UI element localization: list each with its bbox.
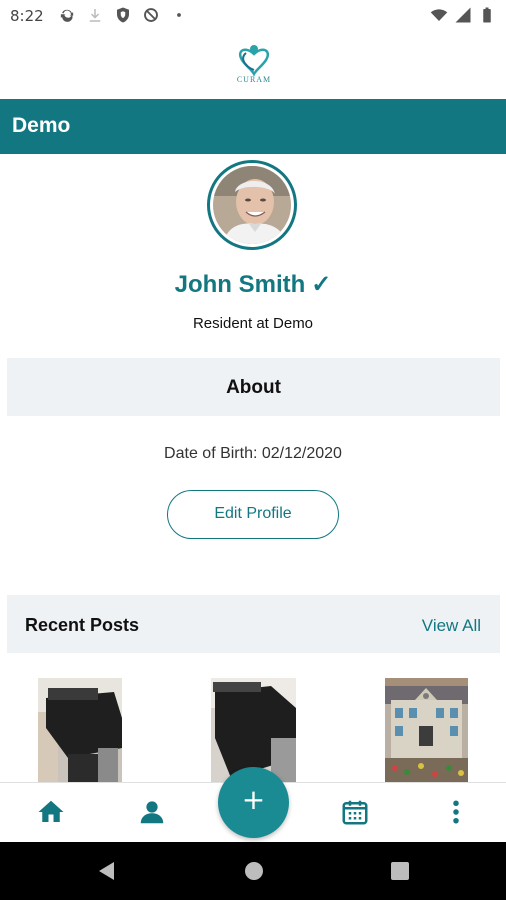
logo-text: CURAM <box>236 75 272 84</box>
calendar-icon <box>342 800 368 825</box>
sync-icon <box>60 9 74 22</box>
logo-mark-icon <box>238 45 270 77</box>
profile-name: John Smith <box>174 271 306 298</box>
status-icons-right <box>430 6 496 24</box>
home-button-icon[interactable] <box>243 860 265 882</box>
avatar <box>207 160 297 250</box>
post-thumbnail[interactable] <box>38 678 122 782</box>
page-title: Demo <box>12 114 71 137</box>
view-all-link[interactable]: View All <box>422 616 481 636</box>
signal-icon <box>455 7 471 23</box>
more-icon <box>453 800 459 824</box>
verified-check-icon: ✓ <box>311 271 332 298</box>
dot-icon <box>177 13 181 17</box>
recent-posts-title: Recent Posts <box>25 615 140 635</box>
logo-bar: CURAM <box>0 32 506 99</box>
avatar-photo <box>213 166 291 244</box>
status-time: 8:22 <box>10 7 44 25</box>
about-section-header: About <box>7 358 500 416</box>
app-logo: CURAM <box>226 40 282 96</box>
back-icon[interactable] <box>96 860 118 882</box>
add-post-button[interactable]: + <box>218 767 289 838</box>
profile-subtitle: Resident at Demo <box>192 315 314 332</box>
status-bar: 8:22 <box>0 0 506 32</box>
date-of-birth: Date of Birth: 02/12/2020 <box>164 445 342 462</box>
wifi-icon <box>430 9 448 21</box>
no-disturb-icon <box>144 8 158 22</box>
system-navigation-bar <box>0 842 506 900</box>
edit-profile-button[interactable]: Edit Profile <box>167 490 339 539</box>
status-icons-left <box>58 6 188 24</box>
nav-home[interactable] <box>36 797 66 827</box>
add-icon: + <box>241 783 266 816</box>
nav-more[interactable] <box>441 797 471 827</box>
battery-icon <box>483 7 491 23</box>
nav-profile[interactable] <box>137 797 167 827</box>
post-thumbnail[interactable] <box>385 678 468 782</box>
app-header: Demo <box>0 99 506 154</box>
recent-posts-header: Recent Posts View All <box>7 595 500 653</box>
profile-name-row: John Smith ✓ <box>0 270 506 299</box>
home-icon <box>38 800 64 822</box>
download-icon <box>89 9 101 22</box>
recents-icon[interactable] <box>390 861 410 881</box>
nav-calendar[interactable] <box>340 797 370 827</box>
about-title: About <box>226 377 281 398</box>
shield-icon <box>117 7 129 23</box>
profile-icon <box>140 801 164 824</box>
